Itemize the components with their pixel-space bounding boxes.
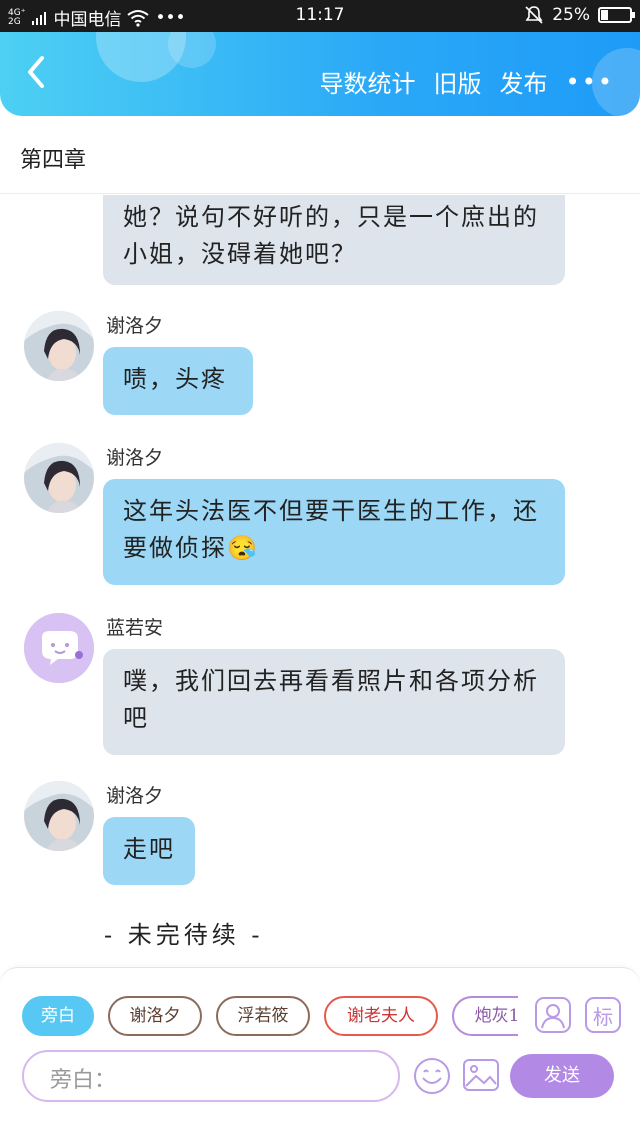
- role-chip[interactable]: 浮若筱: [216, 996, 310, 1036]
- emoji-icon[interactable]: [412, 1056, 452, 1096]
- role-chip[interactable]: 炮灰1: [452, 996, 518, 1036]
- avatar-xieluoxi[interactable]: [24, 443, 94, 513]
- speaker-name: 蓝若安: [106, 617, 164, 639]
- image-icon[interactable]: [462, 1056, 500, 1094]
- message-bubble[interactable]: 啧，头疼: [103, 347, 253, 415]
- stats-button[interactable]: 导数统计: [320, 64, 416, 99]
- role-chip[interactable]: 谢洛夕: [108, 996, 202, 1036]
- add-role-icon[interactable]: [534, 996, 572, 1034]
- role-chip-list[interactable]: 旁白 谢洛夕 浮若筱 谢老夫人 炮灰1: [22, 996, 518, 1038]
- speaker-name: 谢洛夕: [106, 315, 164, 337]
- role-chip-narrator[interactable]: 旁白: [22, 996, 94, 1036]
- avatar-lanruoan[interactable]: [24, 613, 94, 683]
- header-actions: 导数统计 旧版 发布 •••: [320, 64, 614, 99]
- message-bubble[interactable]: 走吧: [103, 817, 195, 885]
- role-chip[interactable]: 谢老夫人: [324, 996, 438, 1036]
- message-bubble[interactable]: 她？说句不好听的，只是一个庶出的小姐，没碍着她吧？: [103, 195, 565, 285]
- speaker-name: 谢洛夕: [106, 785, 164, 807]
- more-menu-icon[interactable]: •••: [566, 68, 614, 96]
- chapter-title[interactable]: 第四章: [20, 142, 86, 174]
- avatar-xieluoxi[interactable]: [24, 311, 94, 381]
- message-bubble[interactable]: 这年头法医不但要干医生的工作，还要做侦探😪: [103, 479, 565, 585]
- speaker-name: 谢洛夕: [106, 447, 164, 469]
- mark-icon[interactable]: 标: [584, 996, 622, 1034]
- chat-list[interactable]: 她？说句不好听的，只是一个庶出的小姐，没碍着她吧？ 谢洛夕 啧，头疼 谢洛夕 这…: [0, 195, 640, 967]
- to-be-continued-label: - 未完待续 -: [104, 921, 264, 949]
- chapter-bar: 第四章: [0, 116, 640, 194]
- avatar-xieluoxi[interactable]: [24, 781, 94, 851]
- send-button[interactable]: 发送: [510, 1054, 614, 1098]
- top-app-bar: 导数统计 旧版 发布 •••: [0, 32, 640, 116]
- mute-bell-icon: [525, 6, 543, 24]
- message-bubble[interactable]: 噗，我们回去再看看照片和各项分析吧: [103, 649, 565, 755]
- composer-panel: 旁白 谢洛夕 浮若筱 谢老夫人 炮灰1 标 旁白： 发送: [0, 967, 640, 1107]
- battery-icon: [598, 7, 635, 23]
- bottom-spacer: [0, 1106, 640, 1138]
- old-version-button[interactable]: 旧版: [434, 64, 482, 99]
- battery-percent: 25%: [552, 5, 590, 25]
- publish-button[interactable]: 发布: [500, 64, 548, 99]
- status-bar: 4G⁺ 2G 中国电信 ••• 11:17 25%: [0, 0, 640, 32]
- back-chevron-icon[interactable]: [20, 50, 60, 94]
- message-input[interactable]: 旁白：: [22, 1050, 400, 1102]
- mark-icon-label: 标: [593, 1005, 613, 1029]
